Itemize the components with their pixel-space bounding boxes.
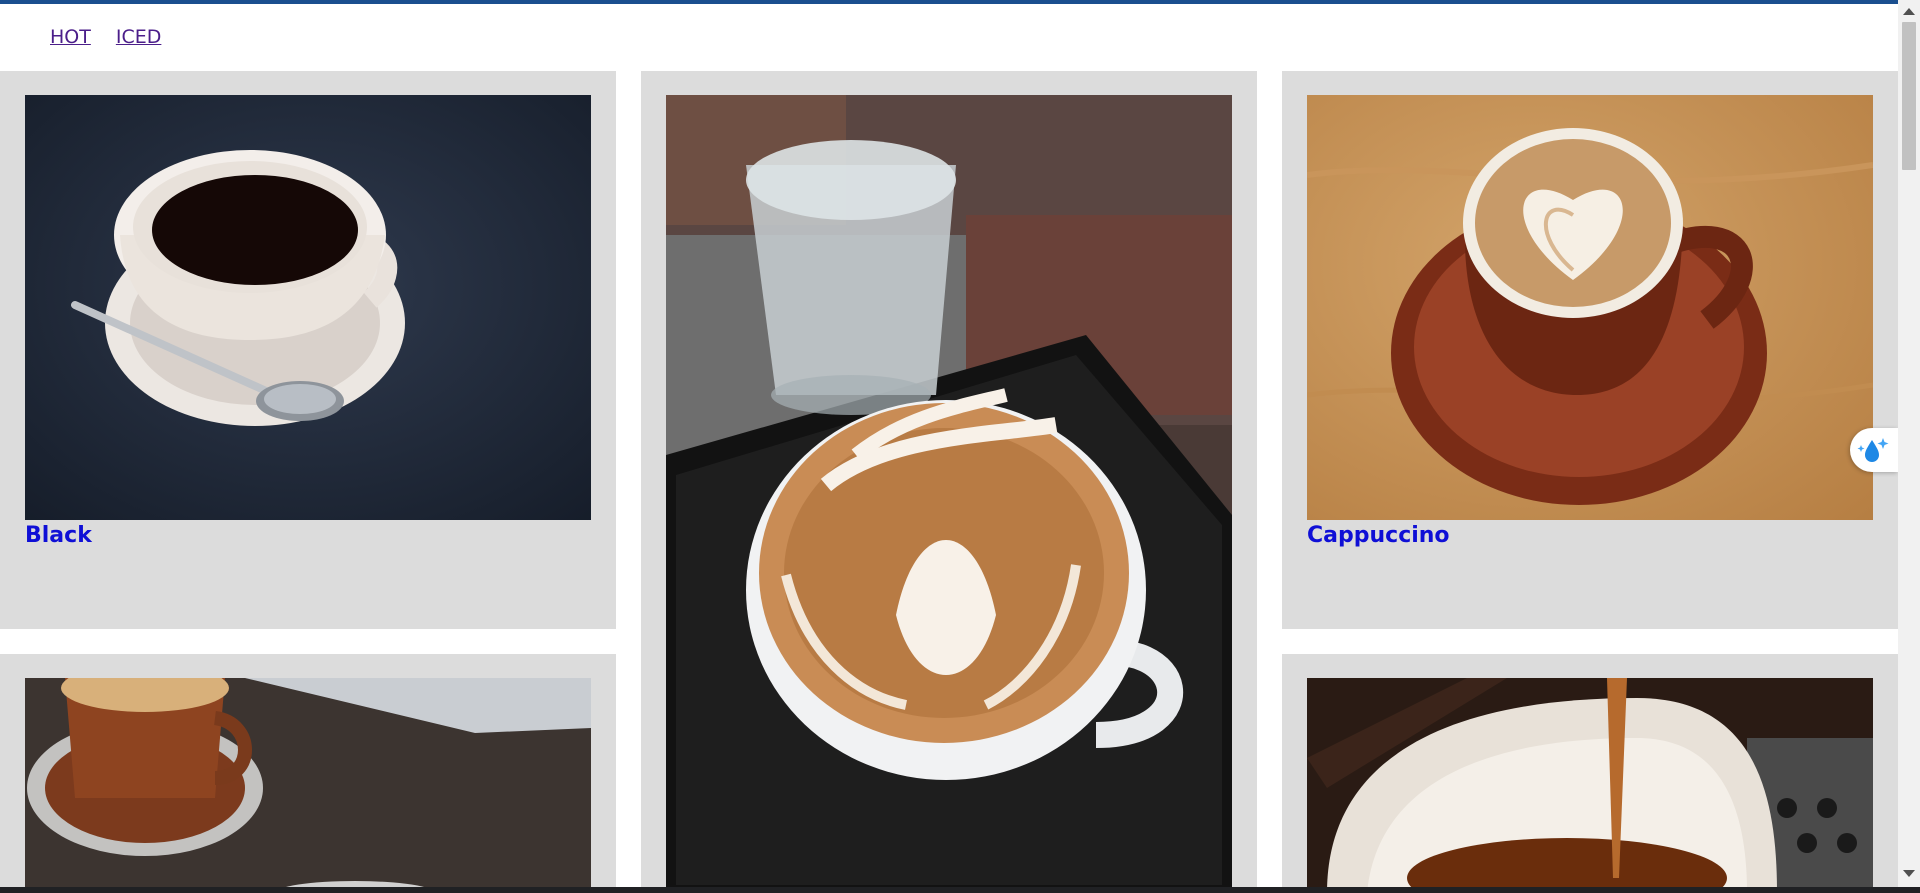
coffee-card-black[interactable]: Black <box>0 71 616 629</box>
coffee-card-espresso[interactable] <box>0 654 616 893</box>
espresso-cup-photo[interactable] <box>25 678 591 893</box>
coffee-card-latte[interactable] <box>641 71 1257 893</box>
coffee-card-espresso-pour[interactable] <box>1282 654 1898 893</box>
black-coffee-photo[interactable] <box>25 95 591 520</box>
scroll-down-arrow-icon[interactable] <box>1903 870 1915 877</box>
bottom-edge-bar <box>0 887 1920 893</box>
scrollbar-thumb[interactable] <box>1902 22 1916 170</box>
scroll-up-arrow-icon[interactable] <box>1903 8 1915 15</box>
nav-link-hot[interactable]: HOT <box>50 26 91 48</box>
coffee-card-cappuccino[interactable]: Cappuccino <box>1282 71 1898 629</box>
vertical-scrollbar[interactable] <box>1898 0 1920 893</box>
coffee-card-title[interactable]: Black <box>25 523 92 548</box>
top-accent-bar <box>0 0 1920 4</box>
latte-art-photo[interactable] <box>666 95 1232 893</box>
nav-link-iced[interactable]: ICED <box>116 26 162 48</box>
espresso-pour-photo[interactable] <box>1307 678 1873 893</box>
cappuccino-photo[interactable] <box>1307 95 1873 520</box>
assistant-float-button[interactable] <box>1850 428 1898 472</box>
category-nav: HOT ICED <box>50 26 161 48</box>
coffee-card-title[interactable]: Cappuccino <box>1307 523 1450 548</box>
sparkle-droplet-icon <box>1857 438 1889 462</box>
